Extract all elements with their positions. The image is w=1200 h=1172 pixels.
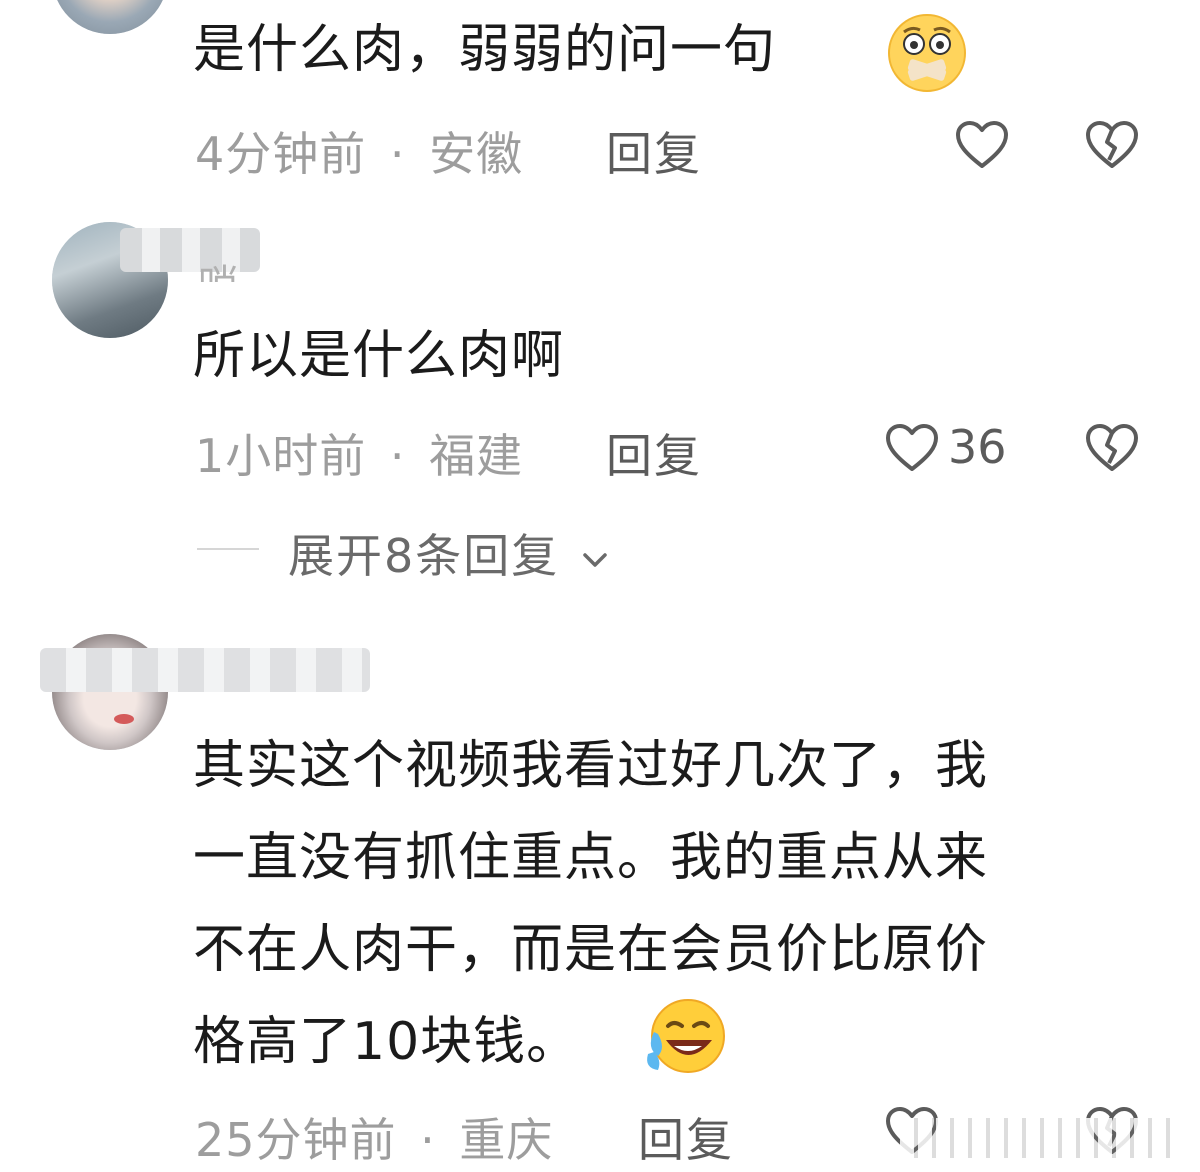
username-blurred: [120, 228, 260, 272]
comment-location: 重庆: [459, 1113, 554, 1167]
reply-button[interactable]: 回复: [606, 118, 702, 184]
expand-replies-button[interactable]: 展开8条回复: [288, 520, 610, 586]
reply-button[interactable]: 回复: [606, 420, 702, 486]
dislike-broken-heart-icon[interactable]: [1085, 120, 1139, 170]
comment-time: 25分钟前: [195, 1113, 397, 1167]
meta-separator: ·: [389, 127, 406, 181]
heart-icon[interactable]: [885, 423, 939, 473]
chevron-down-icon: [583, 552, 607, 567]
heart-icon[interactable]: [955, 120, 1009, 170]
meta-separator: ·: [420, 1113, 436, 1167]
dislike-broken-heart-icon[interactable]: [1085, 423, 1139, 473]
avatar[interactable]: [52, 0, 168, 34]
comment-time: 4分钟前: [195, 127, 367, 181]
username-partial: 哨: [198, 252, 238, 282]
comment-meta: 25分钟前 · 重庆: [195, 1104, 553, 1170]
comment-location: 福建: [429, 429, 524, 483]
flushed-mouth-taped-emoji: [888, 14, 966, 92]
comment-text: 所以是什么肉啊: [193, 326, 565, 386]
comment-text: 是什么肉，弱弱的问一句: [193, 20, 777, 80]
meta-separator: ·: [389, 429, 406, 483]
comment-meta: 4分钟前 · 安徽: [195, 118, 523, 184]
expand-divider: [197, 548, 259, 550]
reply-button[interactable]: 回复: [638, 1104, 734, 1170]
like-count: 36: [948, 420, 1007, 474]
laughing-tears-emoji: [647, 999, 725, 1073]
username-blurred: [40, 648, 370, 692]
comment-time: 1小时前: [195, 429, 367, 483]
watermark-overlay: [900, 1118, 1180, 1158]
comment-meta: 1小时前 · 福建: [195, 420, 523, 486]
expand-label: 展开8条回复: [288, 529, 560, 583]
comment-location: 安徽: [429, 127, 524, 181]
